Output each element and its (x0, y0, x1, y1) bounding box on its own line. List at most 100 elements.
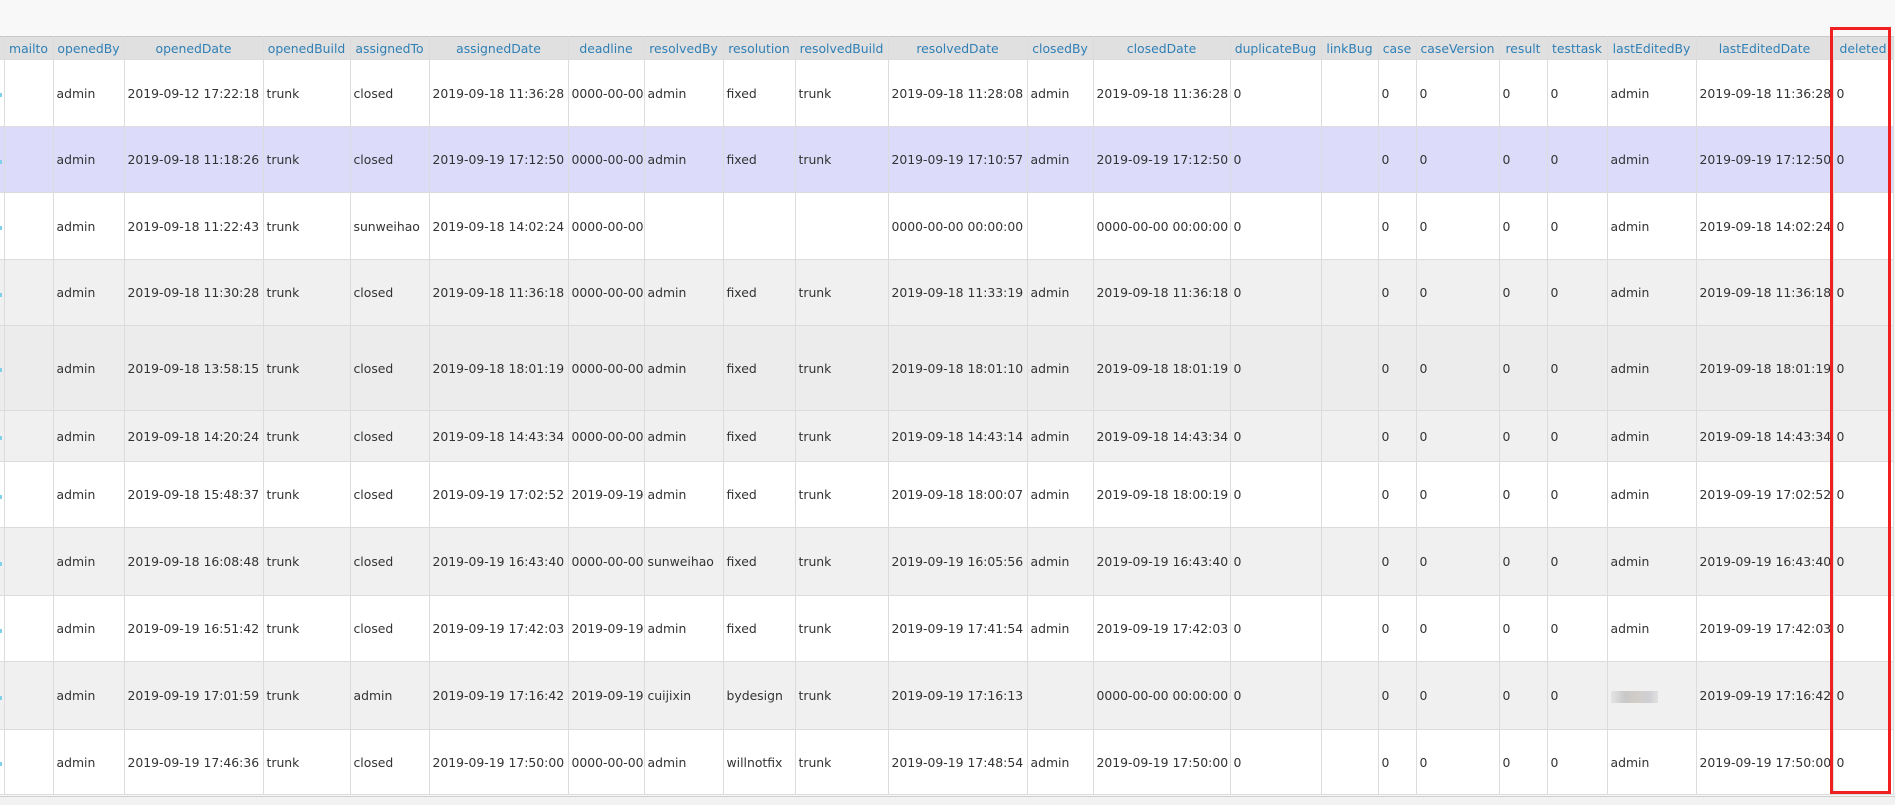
table-row[interactable]: admin 2019-09-18 11:18:26 trunk closed 2019-… (0, 126, 1894, 193)
cell-openedDate: 2019-09-12 17:22:18 (124, 59, 264, 127)
cell-openedBy: admin (53, 325, 125, 411)
cell-resolvedDate: 2019-09-19 17:10:57 (888, 126, 1028, 193)
cell-openedBuild: trunk (263, 461, 351, 528)
cell-index (0, 661, 5, 730)
cell-result: 0 (1499, 59, 1548, 127)
cell-openedBy: admin (53, 661, 125, 730)
table-row[interactable]: admin 2019-09-18 11:22:43 trunk sunweihao 20… (0, 192, 1894, 260)
column-header-mailto[interactable]: mailto (4, 36, 54, 60)
cell-lastEditedBy: admin (1607, 461, 1697, 528)
cell-duplicateBug: 0 (1230, 461, 1322, 528)
cell-result: 0 (1499, 192, 1548, 260)
cell-resolvedDate: 2019-09-19 16:05:56 (888, 527, 1028, 596)
cell-resolution: willnotfix (723, 729, 796, 795)
cell-case: 0 (1378, 410, 1417, 462)
cell-caseVersion: 0 (1416, 729, 1500, 795)
cell-closedDate: 0000-00-00 00:00:00 (1093, 192, 1231, 260)
cell-assignedTo: closed (350, 259, 430, 326)
cell-closedDate: 2019-09-19 17:50:00 (1093, 729, 1231, 795)
cell-assignedTo: closed (350, 410, 430, 462)
cell-assignedDate: 2019-09-19 16:43:40 (429, 527, 569, 596)
column-header-resolution[interactable]: resolution (723, 36, 796, 60)
cell-resolvedDate: 2019-09-19 17:48:54 (888, 729, 1028, 795)
cell-caseVersion: 0 (1416, 595, 1500, 662)
cell-closedBy: admin (1027, 325, 1094, 411)
cell-openedDate: 2019-09-18 11:30:28 (124, 259, 264, 326)
column-header-lastEditedDate[interactable]: lastEditedDate (1696, 36, 1834, 60)
column-header-linkBug[interactable]: linkBug (1321, 36, 1379, 60)
column-header-case[interactable]: case (1378, 36, 1417, 60)
table-row[interactable]: admin 2019-09-18 13:58:15 trunk closed 2019-… (0, 325, 1894, 411)
cell-index (0, 126, 5, 193)
cell-resolvedDate: 2019-09-18 18:00:07 (888, 461, 1028, 528)
column-header-assignedTo[interactable]: assignedTo (350, 36, 430, 60)
column-header-testtask[interactable]: testtask (1547, 36, 1608, 60)
column-header-lastEditedBy[interactable]: lastEditedBy (1607, 36, 1697, 60)
cell-openedBuild: trunk (263, 325, 351, 411)
cell-case: 0 (1378, 527, 1417, 596)
table-row[interactable]: admin 2019-09-19 17:46:36 trunk closed 2019-… (0, 729, 1894, 795)
cell-closedDate: 2019-09-19 17:12:50 (1093, 126, 1231, 193)
column-header-closedDate[interactable]: closedDate (1093, 36, 1231, 60)
cell-resolution (723, 192, 796, 260)
cell-assignedDate: 2019-09-19 17:42:03 (429, 595, 569, 662)
cell-case: 0 (1378, 259, 1417, 326)
column-header-deadline[interactable]: deadline (568, 36, 645, 60)
column-header-assignedDate[interactable]: assignedDate (429, 36, 569, 60)
column-header-duplicateBug[interactable]: duplicateBug (1230, 36, 1322, 60)
cell-openedBuild: trunk (263, 59, 351, 127)
cell-case: 0 (1378, 59, 1417, 127)
cell-caseVersion: 0 (1416, 661, 1500, 730)
column-header-resolvedDate[interactable]: resolvedDate (888, 36, 1028, 60)
cell-caseVersion: 0 (1416, 126, 1500, 193)
cell-lastEditedDate: 2019-09-18 14:43:34 (1696, 410, 1834, 462)
cell-resolvedBy: admin (644, 126, 724, 193)
column-header-closedBy[interactable]: closedBy (1027, 36, 1094, 60)
table-row[interactable]: admin 2019-09-18 15:48:37 trunk closed 2019-… (0, 461, 1894, 528)
cell-index (0, 729, 5, 795)
cell-caseVersion: 0 (1416, 325, 1500, 411)
cell-linkBug (1321, 259, 1379, 326)
cell-closedBy: admin (1027, 259, 1094, 326)
cell-index (0, 192, 5, 260)
cell-openedBuild: trunk (263, 527, 351, 596)
cell-openedBuild: trunk (263, 192, 351, 260)
cell-linkBug (1321, 126, 1379, 193)
cell-openedBuild: trunk (263, 661, 351, 730)
cell-resolvedDate: 2019-09-19 17:16:13 (888, 661, 1028, 730)
cell-deadline: 0000-00-00 (568, 729, 645, 795)
cell-deleted: 0 (1833, 325, 1894, 411)
cell-resolvedDate: 2019-09-18 11:33:19 (888, 259, 1028, 326)
cell-deleted: 0 (1833, 729, 1894, 795)
cell-openedBuild: trunk (263, 410, 351, 462)
cell-caseVersion: 0 (1416, 461, 1500, 528)
table-row[interactable]: admin 2019-09-18 11:30:28 trunk closed 2019-… (0, 259, 1894, 326)
column-header-openedBy[interactable]: openedBy (53, 36, 125, 60)
cell-lastEditedBy: admin (1607, 410, 1697, 462)
cell-lastEditedDate: 2019-09-18 11:36:28 (1696, 59, 1834, 127)
column-header-result[interactable]: result (1499, 36, 1548, 60)
column-header-deleted[interactable]: deleted (1833, 36, 1894, 60)
cell-openedBuild: trunk (263, 729, 351, 795)
cell-resolution: fixed (723, 527, 796, 596)
cell-testtask: 0 (1547, 729, 1608, 795)
table-row[interactable]: admin 2019-09-12 17:22:18 trunk closed 2019-… (0, 59, 1894, 127)
cell-linkBug (1321, 410, 1379, 462)
cell-resolvedBy: admin (644, 729, 724, 795)
cell-lastEditedDate: 2019-09-19 17:16:42 (1696, 661, 1834, 730)
cell-mailto (4, 661, 54, 730)
column-header-resolvedBuild[interactable]: resolvedBuild (795, 36, 889, 60)
column-header-openedBuild[interactable]: openedBuild (263, 36, 351, 60)
table-row[interactable]: admin 2019-09-19 17:01:59 trunk admin 2019-0… (0, 661, 1894, 730)
column-header-openedDate[interactable]: openedDate (124, 36, 264, 60)
table-row[interactable]: admin 2019-09-18 16:08:48 trunk closed 2019-… (0, 527, 1894, 596)
bug-data-table: mailto openedBy openedDate openedBuild assig… (0, 36, 1894, 795)
table-row[interactable]: admin 2019-09-18 14:20:24 trunk closed 2019-… (0, 410, 1894, 462)
cell-lastEditedBy: admin (1607, 192, 1697, 260)
column-header-resolvedBy[interactable]: resolvedBy (644, 36, 724, 60)
cell-mailto (4, 325, 54, 411)
table-row[interactable]: admin 2019-09-19 16:51:42 trunk closed 2019-… (0, 595, 1894, 662)
column-header-caseVersion[interactable]: caseVersion (1416, 36, 1500, 60)
cell-duplicateBug: 0 (1230, 410, 1322, 462)
cell-closedBy: admin (1027, 126, 1094, 193)
